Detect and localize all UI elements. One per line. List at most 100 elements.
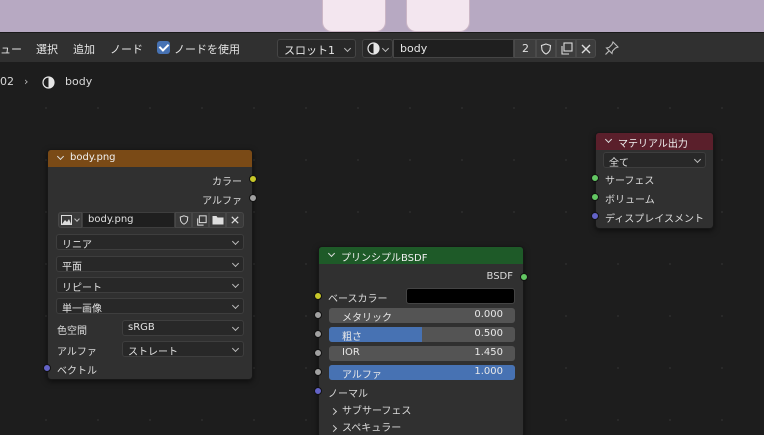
material-browse-button[interactable] bbox=[362, 39, 393, 58]
collapse-chevron-icon[interactable] bbox=[604, 135, 613, 144]
color-space-dropdown[interactable]: sRGB bbox=[122, 320, 244, 336]
menu-node[interactable]: ノード bbox=[110, 41, 143, 57]
image-open-button[interactable] bbox=[209, 212, 226, 228]
input-vector-label: ベクトル bbox=[57, 366, 97, 377]
interpolation-dropdown[interactable]: リニア bbox=[56, 234, 244, 251]
material-sphere-icon bbox=[367, 42, 380, 55]
alpha-slider[interactable]: アルファ 1.000 bbox=[329, 365, 515, 380]
base-color-label: ベースカラー bbox=[328, 294, 388, 305]
collapse-chevron-icon[interactable] bbox=[56, 152, 65, 161]
specular-label: スペキュラー bbox=[342, 423, 402, 434]
normal-label: ノーマル bbox=[328, 389, 368, 400]
output-node-header[interactable]: マテリアル出力 bbox=[596, 133, 713, 150]
unlink-material-button[interactable] bbox=[576, 39, 596, 58]
output-target-dropdown[interactable]: 全て bbox=[603, 152, 706, 169]
roughness-label: 粗さ bbox=[342, 332, 362, 342]
image-name-field[interactable]: body.png bbox=[82, 212, 175, 228]
chevron-down-icon bbox=[381, 44, 390, 53]
input-displacement-label: ディスプレイスメント bbox=[605, 214, 704, 225]
image-unlink-button[interactable] bbox=[226, 212, 244, 228]
principled-bsdf-node[interactable]: プリンシプルBSDF BSDF ベースカラー メタリック 0.000 粗さ 0.… bbox=[314, 246, 528, 435]
collapse-chevron-icon[interactable] bbox=[327, 249, 336, 258]
roughness-slider[interactable]: 粗さ 0.500 bbox=[329, 327, 515, 342]
input-metallic-socket[interactable] bbox=[314, 311, 322, 319]
use-nodes-label: ノードを使用 bbox=[174, 43, 240, 56]
alpha-mode-value: ストレート bbox=[128, 347, 178, 358]
source-value: 単一画像 bbox=[62, 304, 102, 315]
chevron-down-icon bbox=[231, 344, 240, 353]
user-count: 2 bbox=[522, 42, 529, 55]
projection-dropdown[interactable]: 平面 bbox=[56, 256, 244, 273]
subsurface-panel-toggle[interactable]: サブサーフェス bbox=[329, 402, 411, 417]
output-color-label: カラー bbox=[212, 177, 242, 188]
chevron-down-icon bbox=[231, 237, 240, 246]
folder-icon bbox=[212, 216, 224, 225]
input-vector-socket[interactable] bbox=[43, 364, 51, 372]
image-node-header[interactable]: body.png bbox=[48, 150, 252, 167]
chevron-down-icon bbox=[231, 259, 240, 268]
chevron-down-icon bbox=[74, 216, 80, 222]
bsdf-node-title: プリンシプルBSDF bbox=[341, 253, 428, 264]
breadcrumb-object: 02 bbox=[0, 75, 14, 88]
menu-add[interactable]: 追加 bbox=[73, 41, 95, 57]
image-node-title: body.png bbox=[70, 152, 116, 163]
ior-value: 1.450 bbox=[474, 347, 503, 358]
input-surface-socket[interactable] bbox=[591, 174, 599, 182]
output-node-title: マテリアル出力 bbox=[618, 139, 688, 150]
menu-view[interactable]: ュー bbox=[0, 41, 22, 57]
base-color-swatch[interactable] bbox=[406, 288, 515, 304]
use-nodes-checkbox[interactable] bbox=[157, 41, 170, 54]
metallic-slider[interactable]: メタリック 0.000 bbox=[329, 308, 515, 323]
character-leg-left bbox=[322, 0, 386, 32]
duplicate-material-button[interactable] bbox=[556, 39, 576, 58]
image-name: body.png bbox=[88, 214, 134, 225]
viewport-3d[interactable] bbox=[0, 0, 764, 32]
image-icon bbox=[61, 215, 72, 225]
color-space-value: sRGB bbox=[128, 322, 155, 333]
alpha-mode-dropdown[interactable]: ストレート bbox=[122, 341, 244, 358]
ior-field[interactable]: IOR 1.450 bbox=[329, 346, 515, 361]
source-dropdown[interactable]: 単一画像 bbox=[56, 298, 244, 315]
material-sphere-icon bbox=[42, 76, 55, 89]
close-icon bbox=[581, 44, 591, 54]
bsdf-node-header[interactable]: プリンシプルBSDF bbox=[319, 247, 523, 264]
ior-label: IOR bbox=[342, 347, 360, 358]
chevron-right-icon bbox=[329, 407, 338, 416]
chevron-down-icon bbox=[693, 155, 702, 164]
fake-user-button[interactable] bbox=[536, 39, 556, 58]
interpolation-value: リニア bbox=[62, 240, 92, 251]
input-surface-label: サーフェス bbox=[605, 176, 655, 187]
close-icon bbox=[231, 216, 239, 224]
input-volume-socket[interactable] bbox=[591, 193, 599, 201]
image-duplicate-button[interactable] bbox=[192, 212, 209, 228]
shield-icon bbox=[179, 215, 189, 225]
specular-panel-toggle[interactable]: スペキュラー bbox=[329, 419, 402, 434]
metallic-label: メタリック bbox=[342, 313, 392, 323]
material-output-node[interactable]: マテリアル出力 全て サーフェス ボリューム ディスプレイスメント bbox=[591, 132, 714, 229]
chevron-down-icon bbox=[231, 301, 240, 310]
duplicate-icon bbox=[197, 215, 207, 226]
input-normal-socket[interactable] bbox=[314, 387, 322, 395]
image-texture-node[interactable]: body.png カラー アルファ body.png リニア 平面 リピート 単… bbox=[43, 149, 257, 380]
input-roughness-socket[interactable] bbox=[314, 330, 322, 338]
output-target-value: 全て bbox=[609, 158, 629, 169]
output-bsdf-socket[interactable] bbox=[520, 273, 528, 281]
input-base-color-socket[interactable] bbox=[314, 292, 322, 300]
pin-button[interactable] bbox=[603, 39, 621, 57]
output-alpha-socket[interactable] bbox=[249, 194, 257, 202]
image-browse-button[interactable] bbox=[58, 212, 82, 228]
character-leg-right bbox=[406, 0, 470, 32]
input-ior-socket[interactable] bbox=[314, 349, 322, 357]
shield-icon bbox=[540, 43, 552, 55]
menu-select[interactable]: 選択 bbox=[36, 41, 58, 57]
image-fake-user-button[interactable] bbox=[175, 212, 192, 228]
chevron-right-icon bbox=[329, 424, 338, 433]
extension-dropdown[interactable]: リピート bbox=[56, 277, 244, 294]
user-count-button[interactable]: 2 bbox=[514, 39, 536, 58]
material-name-field[interactable]: body bbox=[393, 39, 514, 58]
chevron-down-icon bbox=[231, 323, 240, 332]
input-displacement-socket[interactable] bbox=[591, 212, 599, 220]
output-color-socket[interactable] bbox=[249, 175, 257, 183]
slot-dropdown[interactable]: スロット1 bbox=[277, 39, 356, 58]
input-alpha-socket[interactable] bbox=[314, 368, 322, 376]
